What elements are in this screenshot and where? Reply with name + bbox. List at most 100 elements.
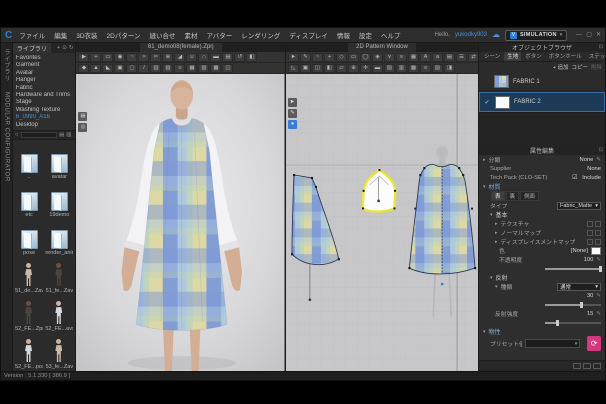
tack-icon[interactable]: ⊕ (162, 52, 174, 62)
select-2d-icon[interactable]: ► (288, 98, 297, 107)
circle-icon[interactable]: ◯ (360, 52, 371, 62)
grid-icon[interactable]: ▩ (408, 63, 419, 73)
object-browser-tab[interactable]: ボタンホール (546, 51, 585, 61)
physics-section-header[interactable]: ▾ 物性 (479, 327, 605, 337)
avatar-size-icon[interactable]: ◣ (102, 63, 114, 73)
layout-split-icon[interactable] (583, 363, 591, 369)
menu-item[interactable]: 情報 (337, 30, 350, 40)
avatar-display-icon[interactable]: ◆ (78, 63, 90, 73)
notch-icon[interactable]: ∨ (384, 52, 395, 62)
close-button[interactable]: ✕ (596, 31, 601, 39)
menu-item[interactable]: 素材 (185, 30, 198, 40)
menu-item[interactable]: ファイル (19, 30, 45, 40)
colorway-icon[interactable]: ◨ (444, 63, 455, 73)
panel-corner-icon[interactable]: ⊡ (599, 147, 603, 153)
pan-icon[interactable]: ✛ (360, 63, 371, 73)
library-item[interactable]: 19demo (44, 180, 74, 218)
select-move-icon[interactable]: + (90, 52, 102, 62)
face-tab[interactable]: 裏 (505, 191, 520, 201)
library-nav-item[interactable]: Garment (16, 62, 76, 69)
color-swatch[interactable] (591, 246, 601, 255)
cloud-sync-icon[interactable]: ☁ (492, 31, 500, 39)
material-type-dropdown[interactable]: Fabric_Matte ▾ (557, 201, 601, 210)
displacement-clear-icon[interactable] (595, 238, 601, 245)
face-tab[interactable]: 側面 (520, 191, 540, 201)
object-browser-tab[interactable]: ステッチ (586, 51, 606, 61)
bounding-volume-icon[interactable]: ▢ (126, 63, 138, 73)
print-layout-icon[interactable]: ▥ (396, 63, 407, 73)
library-nav-item[interactable]: Stage (16, 99, 76, 106)
library-item[interactable]: 52_FE...pose (14, 332, 44, 370)
library-nav-item[interactable]: Avatar (16, 70, 76, 77)
scissors-icon[interactable]: ✂ (150, 52, 162, 62)
add-point-icon[interactable]: + (324, 52, 335, 62)
edit-pencil-icon[interactable]: ✎ (596, 257, 601, 263)
viewport-3d[interactable]: ▤ ◎ (76, 74, 285, 371)
free-sew-icon[interactable]: ≈ (138, 52, 150, 62)
library-item[interactable]: 52_FE...Zprj (14, 294, 44, 332)
fold-arrange-icon[interactable]: ◢ (174, 52, 186, 62)
fabric-view-icon[interactable]: ▧ (432, 63, 443, 73)
dart-icon[interactable]: ◈ (372, 52, 383, 62)
library-item[interactable]: pose (14, 218, 44, 256)
menu-item[interactable]: 3D衣装 (76, 30, 97, 40)
maximize-button[interactable]: ▢ (586, 31, 592, 39)
seam-allowance-icon[interactable]: ▱ (336, 63, 347, 73)
list-view-icon[interactable]: ▥ (66, 132, 71, 138)
layout-quad-icon[interactable] (593, 363, 601, 369)
sync-icon[interactable]: ⇄ (468, 52, 478, 62)
simulate-icon[interactable]: ▶ (78, 52, 90, 62)
normal-clear-icon[interactable] (595, 229, 601, 236)
menu-item[interactable]: 編集 (54, 30, 67, 40)
expand-icon[interactable]: ▸ (495, 239, 498, 245)
library-nav-item[interactable]: Hardware and Trims (16, 92, 76, 99)
user-icon[interactable]: ⊙ (62, 45, 67, 51)
expand-icon[interactable]: ▸ (495, 221, 498, 227)
FABRIC 1[interactable]: FABRIC 1 (479, 72, 605, 92)
trace-icon[interactable]: ◺ (288, 63, 299, 73)
reflection-intensity-slider[interactable] (545, 319, 601, 326)
edit-pencil-icon[interactable]: ✎ (596, 157, 601, 163)
opacity-slider[interactable] (545, 265, 602, 272)
reflection-kind-dropdown[interactable]: 通常 ▾ (557, 282, 601, 291)
library-nav-item[interactable]: 6_0990_A16 (16, 114, 76, 121)
edit-2d-icon[interactable]: ✎ (288, 109, 297, 118)
project-file-tab[interactable]: 61_demo08(female).Zprj (139, 43, 222, 52)
menu-item[interactable]: 縫い合せ (150, 30, 176, 40)
face-tab[interactable]: 表 (491, 191, 505, 201)
select-box-icon[interactable]: ▭ (102, 52, 114, 62)
expand-icon[interactable]: ▸ (495, 230, 498, 236)
fit-map-icon[interactable]: ▩ (210, 63, 222, 73)
texture-clear-icon[interactable] (595, 220, 601, 227)
strain-map-icon[interactable]: ▦ (186, 63, 198, 73)
text-icon[interactable]: A (420, 52, 431, 62)
expand-icon[interactable]: ▸ (483, 157, 486, 163)
menu-item[interactable]: ディスプレイ (289, 30, 328, 40)
menu-item[interactable]: アバター (207, 30, 233, 40)
menu-item[interactable]: 設定 (359, 30, 372, 40)
simulation-button[interactable]: V SIMULATION ▾ (504, 29, 568, 41)
clo-set-connect-icon[interactable]: ⟳ (587, 336, 601, 351)
library-item[interactable]: .. (14, 142, 44, 180)
rectangle-icon[interactable]: ▭ (348, 52, 359, 62)
library-nav-item[interactable]: Washing Texture (16, 107, 76, 114)
intensity-slider[interactable] (545, 301, 601, 308)
seam-icon[interactable]: ≡ (396, 52, 407, 62)
thickness-icon[interactable]: ≡ (174, 63, 186, 73)
flatten-icon[interactable]: ◧ (246, 52, 258, 62)
library-nav-item[interactable]: Favorites (16, 55, 76, 62)
menu-item[interactable]: レンダリング (241, 30, 280, 40)
avatar-3d-render[interactable] (76, 74, 285, 371)
delete-fabric-button[interactable]: 削除 (591, 63, 602, 71)
edit-pattern-icon[interactable]: ✎ (300, 52, 311, 62)
texture-slot-icon[interactable] (587, 220, 593, 227)
pattern-pieces-canvas[interactable] (286, 74, 478, 371)
measure-2d-icon[interactable]: ▬ (372, 63, 383, 73)
basic-section-header[interactable]: ▾ 基本 (479, 210, 605, 220)
internal-polygon-icon[interactable]: ▦ (408, 52, 419, 62)
arrange-point-icon[interactable]: ▤ (222, 52, 234, 62)
library-nav-item[interactable]: Desktop (16, 122, 76, 129)
displacement-slot-icon[interactable] (587, 238, 593, 245)
stress-map-icon[interactable]: ▧ (198, 63, 210, 73)
normal-slot-icon[interactable] (587, 229, 593, 236)
